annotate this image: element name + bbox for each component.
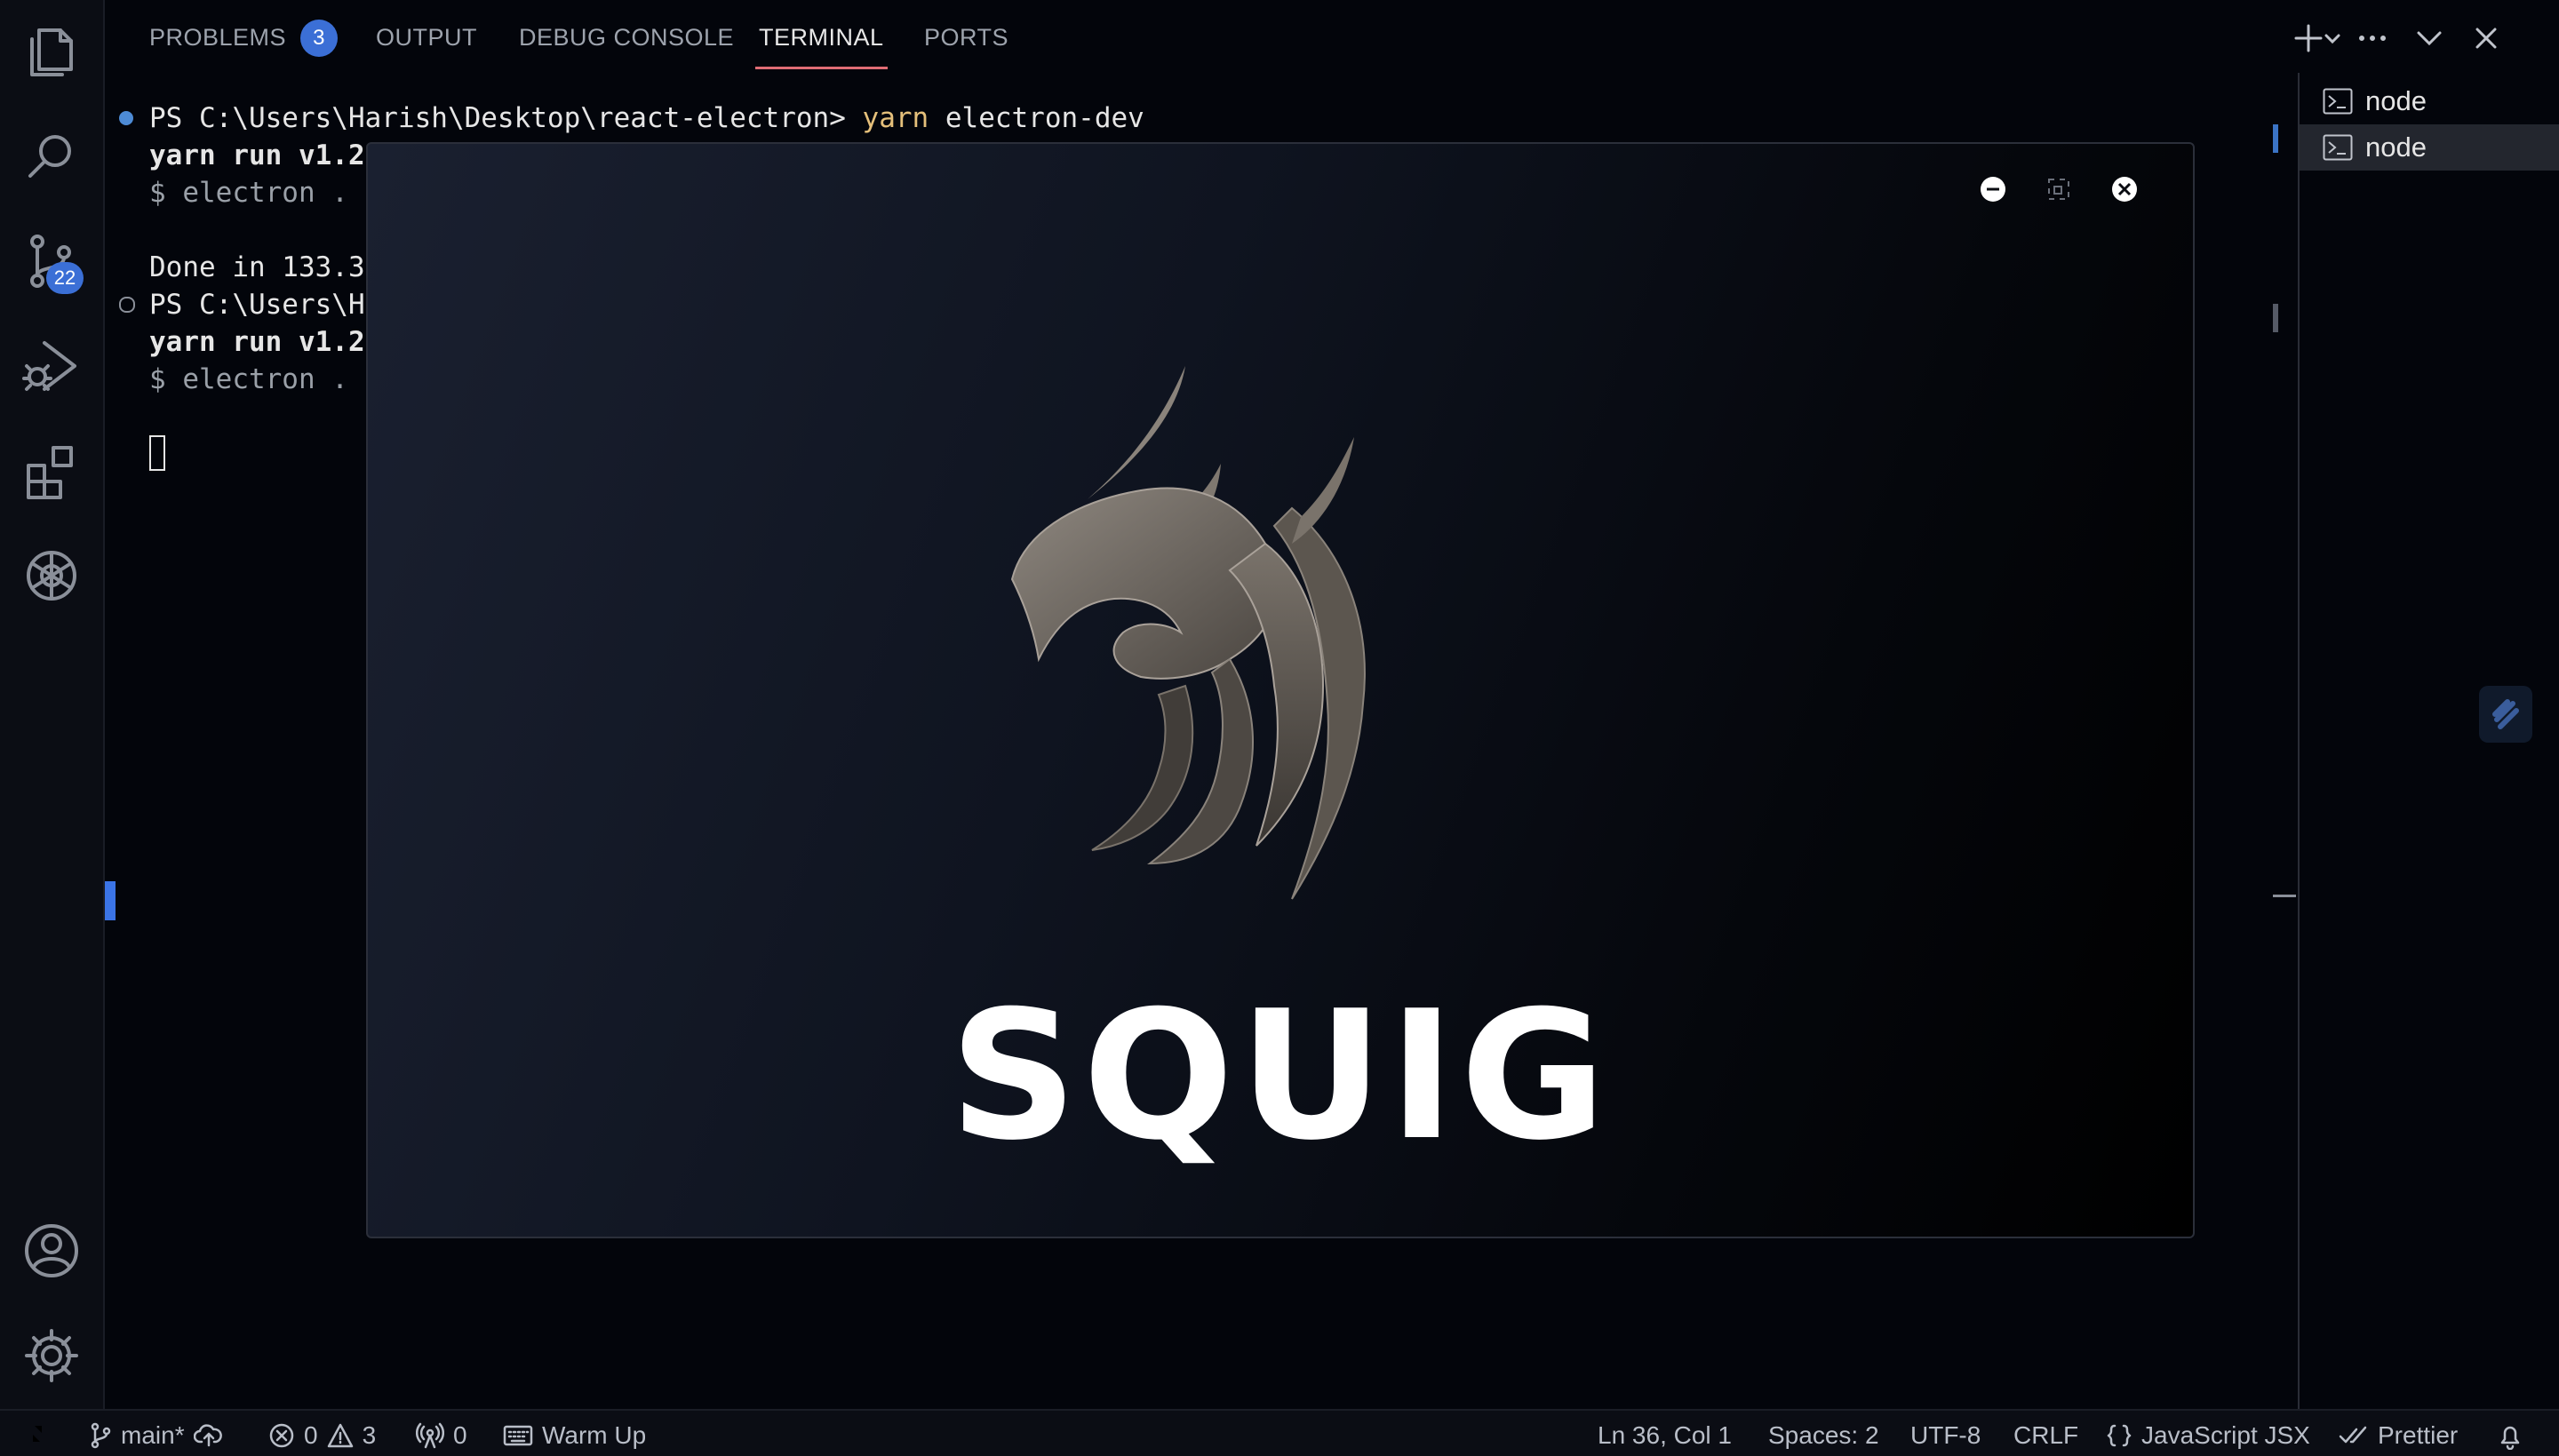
settings-gear-icon[interactable] [20, 1324, 84, 1388]
language-label: JavaScript JSX [2141, 1421, 2310, 1449]
minimize-icon[interactable] [1978, 174, 2008, 204]
terminal-cursor [149, 435, 165, 471]
command-args: electron-dev [929, 102, 1144, 134]
double-check-icon [2339, 1424, 2369, 1447]
terminal-line-6: yarn run v1.22 [149, 326, 382, 358]
tab-problems[interactable]: PROBLEMS 3 [149, 20, 339, 69]
sync-cloud-icon[interactable] [193, 1422, 224, 1449]
git-branch-icon [89, 1422, 112, 1449]
close-panel-icon[interactable] [2458, 16, 2515, 60]
problems-indicator[interactable]: 0 3 [268, 1418, 376, 1453]
tab-terminal[interactable]: TERMINAL [755, 20, 888, 69]
error-icon [268, 1422, 295, 1449]
terminal-list-label: node [2365, 131, 2427, 163]
branch-indicator[interactable]: main* [89, 1418, 224, 1453]
language-mode[interactable]: JavaScript JSX [2106, 1418, 2310, 1453]
tab-problems-label: PROBLEMS [149, 24, 287, 51]
warnings-count: 3 [362, 1421, 377, 1449]
scrollbar-marker [2273, 124, 2278, 153]
more-actions-ellipsis-icon[interactable] [2344, 16, 2401, 60]
status-bar: main* 0 3 0 Warm Up Ln 36, Col 1 Spaces:… [0, 1409, 2559, 1456]
notifications-bell[interactable] [2497, 1418, 2523, 1453]
brand-wordmark: SQUIG [949, 973, 1612, 1180]
terminal-profile-chevron-icon[interactable] [2321, 16, 2344, 60]
prettier-formatter[interactable]: Prettier [2339, 1418, 2458, 1453]
command-running-dot-icon[interactable] [119, 297, 135, 313]
problems-count-badge: 3 [300, 20, 339, 57]
broadcast-antenna-icon [416, 1422, 444, 1449]
terminal-line-3: $ electron . [149, 177, 348, 209]
tab-terminal-label: TERMINAL [759, 24, 884, 51]
command-yarn: yarn [862, 102, 929, 134]
file-encoding[interactable]: UTF-8 [1910, 1418, 1981, 1453]
terminal-line-2: yarn run v1.22 [149, 139, 382, 171]
tab-ports-label: PORTS [924, 24, 1009, 51]
keyboard-icon [503, 1424, 533, 1447]
warning-icon [327, 1422, 354, 1449]
line-endings[interactable]: CRLF [2013, 1418, 2078, 1453]
warm-up-indicator[interactable]: Warm Up [503, 1418, 646, 1453]
terminal-icon [2323, 134, 2353, 161]
scrollbar-position-marker [2273, 895, 2296, 897]
prompt-path: PS C:\Users\Harish\Desktop\react-electro… [149, 102, 863, 134]
terminal-line-5: PS C:\Users\Ha [149, 289, 382, 321]
tab-output-label: OUTPUT [376, 24, 477, 51]
ai-assistant-icon[interactable] [20, 544, 84, 608]
formatter-label: Prettier [2378, 1421, 2459, 1449]
account-icon[interactable] [20, 1219, 84, 1283]
terminal-icon [2323, 88, 2353, 115]
source-control-badge: 22 [46, 262, 84, 294]
terminal-line-7: $ electron . [149, 363, 348, 395]
remote-connection-icon[interactable] [0, 1411, 75, 1456]
ports-count: 0 [453, 1421, 467, 1449]
terminal-line-4: Done in 133.35 [149, 251, 382, 283]
extensions-icon[interactable] [20, 439, 84, 503]
explorer-files-icon[interactable] [20, 20, 84, 84]
cursor-position[interactable]: Ln 36, Col 1 [1598, 1418, 1732, 1453]
collapse-panel-chevron-icon[interactable] [2401, 16, 2458, 60]
command-success-dot-icon[interactable] [119, 111, 133, 125]
tab-debug-console-label: DEBUG CONSOLE [519, 24, 735, 51]
floating-extension-icon[interactable] [2479, 686, 2532, 743]
terminal-list-item[interactable]: node [2300, 78, 2559, 124]
close-window-icon[interactable] [2109, 174, 2140, 204]
maximize-icon[interactable] [2044, 174, 2074, 204]
editor-scroll-indicator [105, 881, 116, 920]
branch-name: main* [121, 1421, 185, 1449]
search-icon[interactable] [20, 124, 84, 188]
errors-count: 0 [304, 1421, 318, 1449]
ports-indicator[interactable]: 0 [416, 1418, 467, 1453]
tab-debug-console[interactable]: DEBUG CONSOLE [519, 20, 734, 69]
warm-up-label: Warm Up [542, 1421, 647, 1449]
bell-icon [2497, 1421, 2523, 1450]
terminal-list-item-selected[interactable]: node [2300, 124, 2559, 171]
activity-bar: 22 [0, 0, 105, 1409]
tab-output[interactable]: OUTPUT [376, 20, 477, 69]
scrollbar-thumb[interactable] [2273, 304, 2278, 332]
run-debug-icon[interactable] [20, 334, 84, 398]
terminal-line-1: PS C:\Users\Harish\Desktop\react-electro… [149, 99, 1144, 137]
panel-actions [2280, 16, 2515, 60]
tab-ports[interactable]: PORTS [924, 20, 1008, 69]
terminal-list-label: node [2365, 85, 2427, 116]
indentation-spaces[interactable]: Spaces: 2 [1768, 1418, 1879, 1453]
electron-app-window[interactable]: SQUIG [366, 142, 2195, 1238]
dragon-logo-icon [1008, 366, 1487, 917]
braces-icon [2106, 1422, 2132, 1449]
